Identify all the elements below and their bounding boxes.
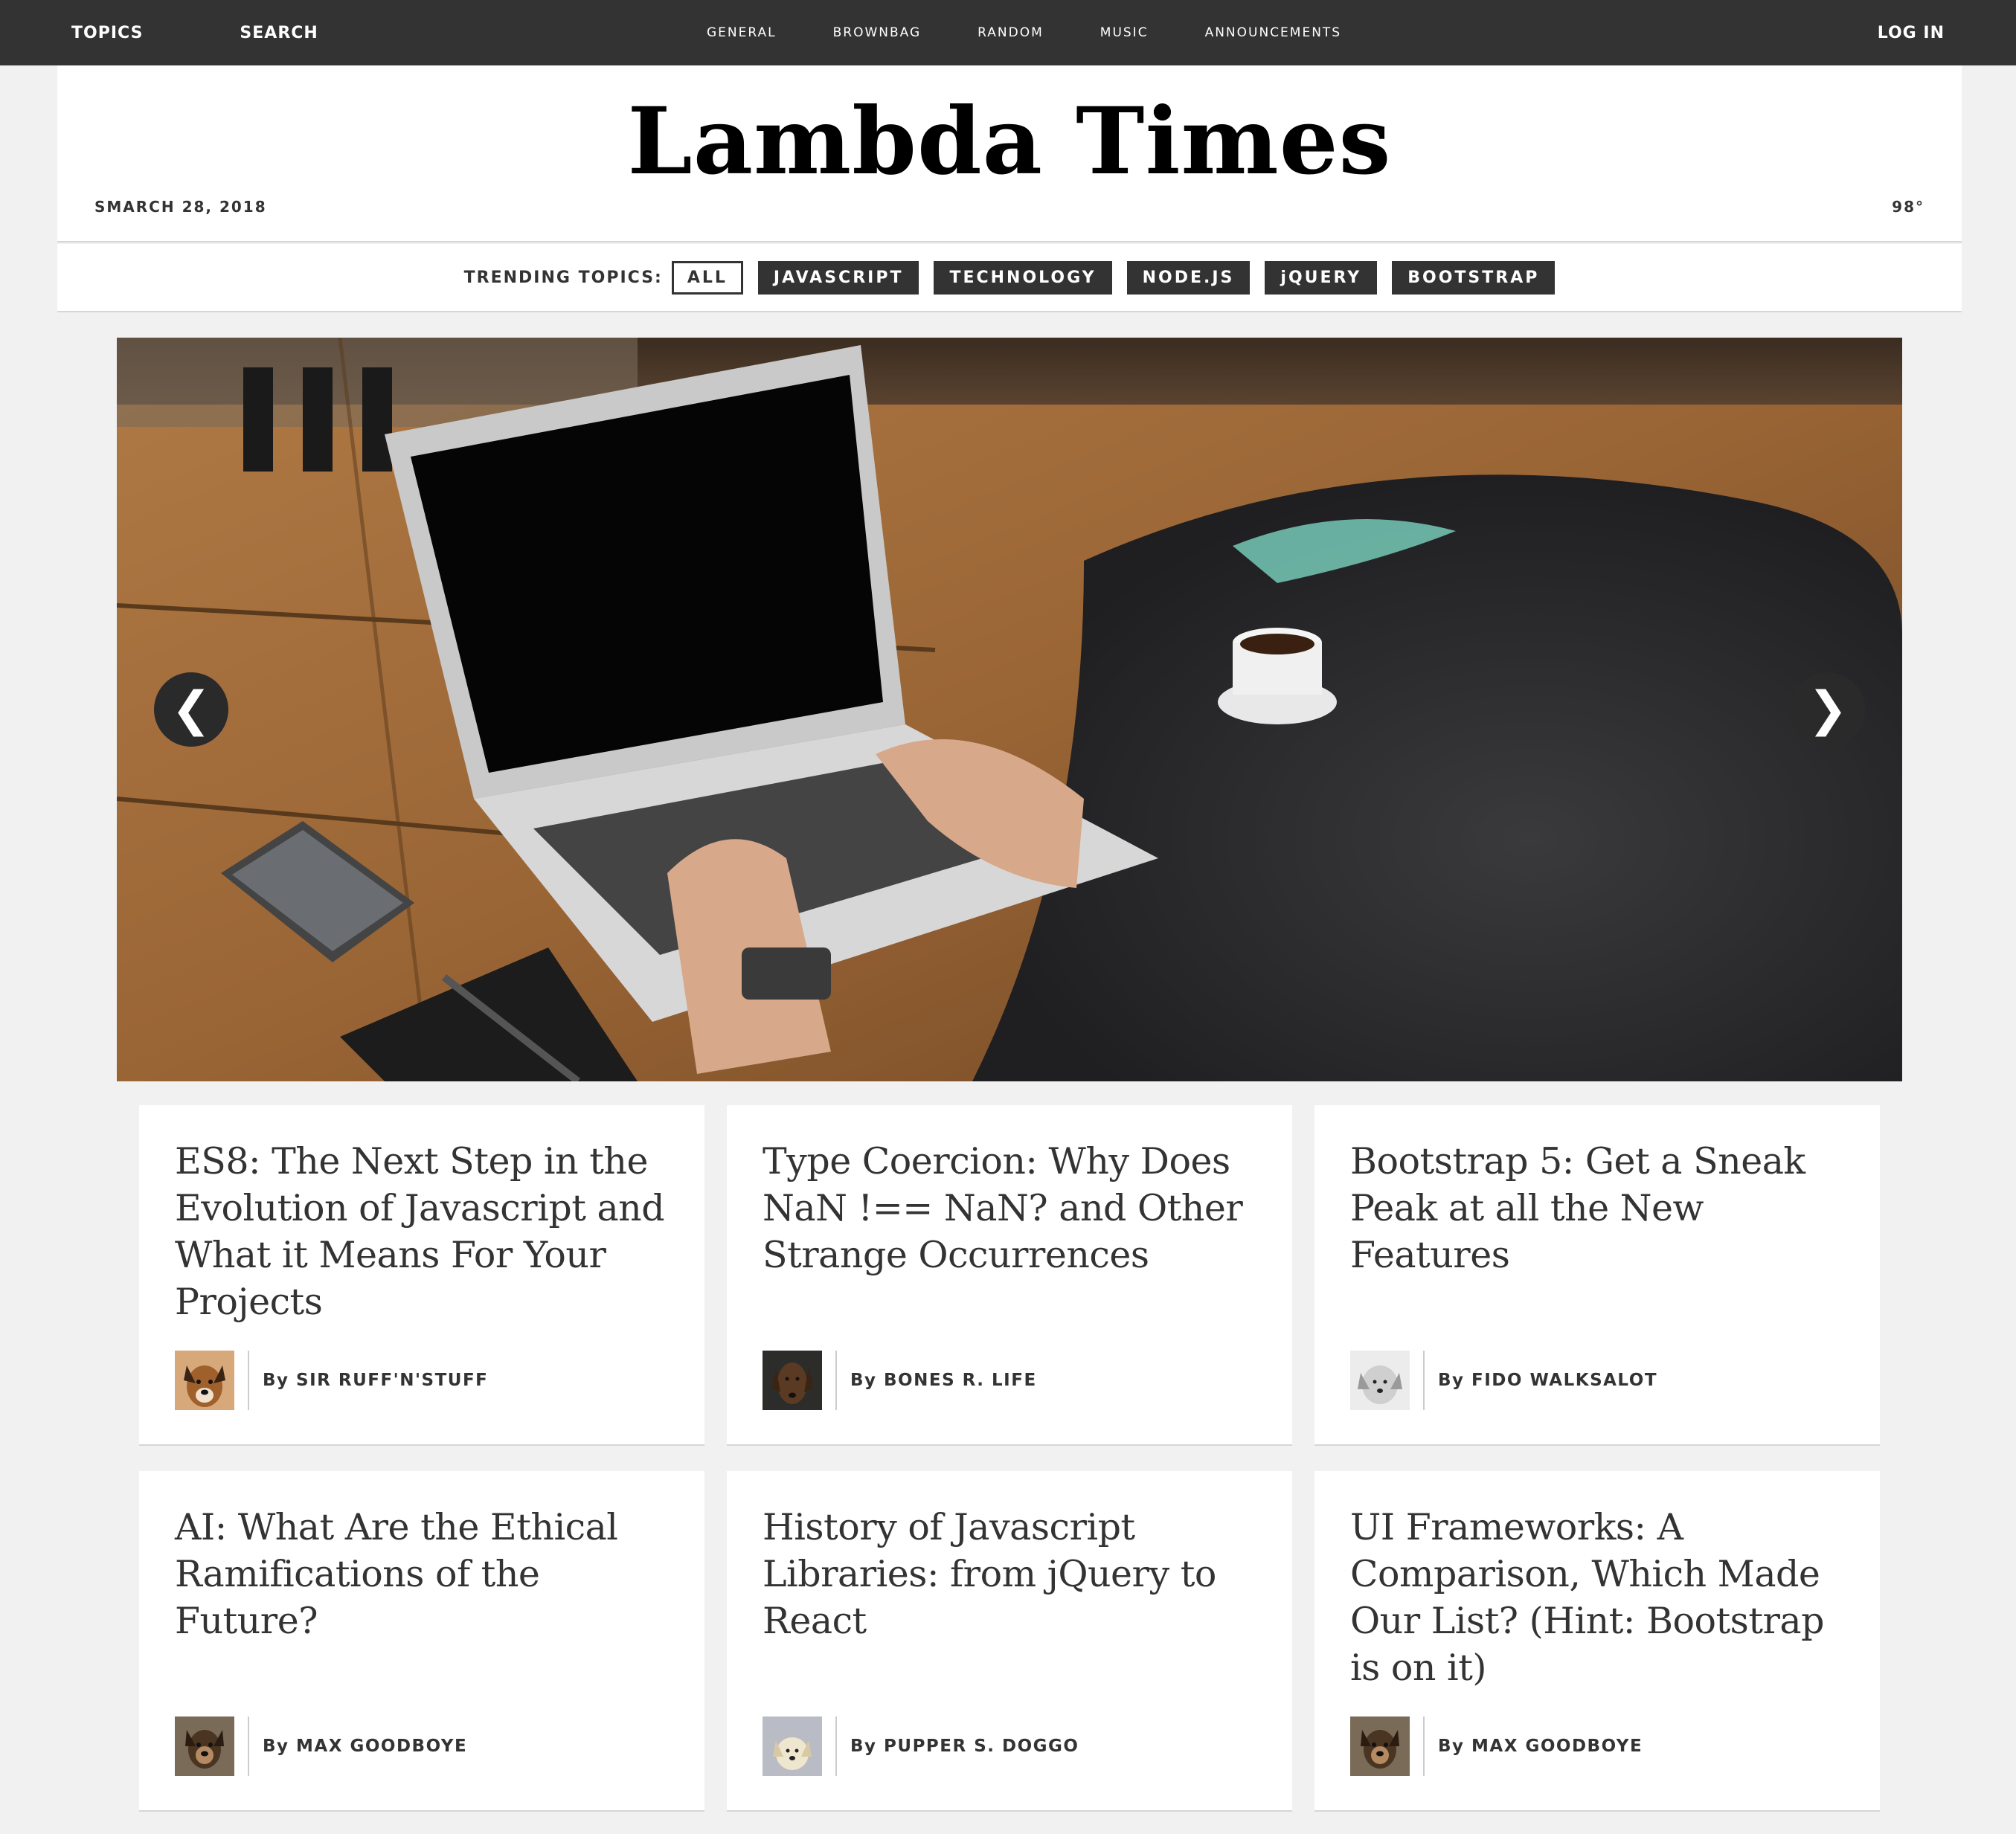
article-headline[interactable]: Bootstrap 5: Get a Sneak Peak at all the… — [1350, 1138, 1856, 1278]
trending-topics-bar: TRENDING TOPICS: ALL JAVASCRIPT TECHNOLO… — [57, 244, 1962, 312]
masthead: Lambda Times SMARCH 28, 2018 98° — [57, 65, 1962, 242]
author-avatar-dog-icon — [763, 1351, 822, 1410]
author-byline: By BONES R. LIFE — [850, 1371, 1037, 1390]
article-headline[interactable]: AI: What Are the Ethical Ramifications o… — [175, 1504, 681, 1644]
tab-javascript[interactable]: JAVASCRIPT — [757, 260, 919, 295]
author-divider — [1423, 1716, 1425, 1776]
article-headline[interactable]: Type Coercion: Why Does NaN !== NaN? and… — [763, 1138, 1268, 1278]
article-card[interactable]: Bootstrap 5: Get a Sneak Peak at all the… — [1314, 1105, 1880, 1446]
tab-all[interactable]: ALL — [671, 260, 743, 295]
tab-jquery[interactable]: jQUERY — [1265, 260, 1378, 295]
carousel-image-laptop — [117, 338, 1902, 1081]
author-divider — [248, 1351, 249, 1410]
header-temperature: 98° — [1892, 198, 1924, 216]
author-divider — [248, 1716, 249, 1776]
author-avatar-dog-icon — [1350, 1351, 1410, 1410]
tab-bootstrap[interactable]: BOOTSTRAP — [1392, 260, 1556, 295]
nav-random[interactable]: RANDOM — [977, 25, 1044, 40]
carousel-next-button[interactable]: ❯ — [1791, 672, 1865, 747]
carousel-prev-button[interactable]: ❮ — [154, 672, 228, 747]
tab-technology[interactable]: TECHNOLOGY — [934, 260, 1112, 295]
article-card[interactable]: UI Frameworks: A Comparison, Which Made … — [1314, 1471, 1880, 1812]
author-divider — [835, 1351, 837, 1410]
author-avatar-dog-icon — [175, 1351, 234, 1410]
nav-music[interactable]: MUSIC — [1100, 25, 1149, 40]
article-card[interactable]: History of Javascript Libraries: from jQ… — [727, 1471, 1292, 1812]
login-link[interactable]: LOG IN — [1878, 0, 1945, 65]
site-title: Lambda Times — [627, 88, 1392, 196]
article-author: By SIR RUFF'N'STUFF — [175, 1351, 488, 1410]
nav-general[interactable]: GENERAL — [707, 25, 777, 40]
article-headline[interactable]: ES8: The Next Step in the Evolution of J… — [175, 1138, 681, 1325]
top-nav-left: TOPICS SEARCH — [71, 0, 415, 65]
author-byline: By MAX GOODBOYE — [1438, 1737, 1643, 1756]
image-carousel: ❮ ❯ — [117, 338, 1902, 1081]
article-author: By PUPPER S. DOGGO — [763, 1716, 1079, 1776]
article-headline[interactable]: UI Frameworks: A Comparison, Which Made … — [1350, 1504, 1856, 1691]
article-author: By MAX GOODBOYE — [1350, 1716, 1643, 1776]
search-link[interactable]: SEARCH — [240, 24, 318, 42]
author-divider — [835, 1716, 837, 1776]
article-card[interactable]: ES8: The Next Step in the Evolution of J… — [139, 1105, 704, 1446]
nav-brownbag[interactable]: BROWNBAG — [833, 25, 922, 40]
author-byline: By MAX GOODBOYE — [263, 1737, 468, 1756]
header-date: SMARCH 28, 2018 — [94, 198, 267, 216]
author-avatar-dog-icon — [175, 1716, 234, 1776]
article-author: By FIDO WALKSALOT — [1350, 1351, 1657, 1410]
trending-label: TRENDING TOPICS: — [463, 268, 663, 287]
author-byline: By SIR RUFF'N'STUFF — [263, 1371, 489, 1390]
author-byline: By PUPPER S. DOGGO — [850, 1737, 1079, 1756]
nav-announcements[interactable]: ANNOUNCEMENTS — [1205, 25, 1342, 40]
article-author: By BONES R. LIFE — [763, 1351, 1037, 1410]
article-headline[interactable]: History of Javascript Libraries: from jQ… — [763, 1504, 1268, 1644]
author-byline: By FIDO WALKSALOT — [1438, 1371, 1658, 1390]
topics-link[interactable]: TOPICS — [71, 24, 143, 42]
tab-nodejs[interactable]: NODE.JS — [1126, 260, 1251, 295]
author-divider — [1423, 1351, 1425, 1410]
article-card[interactable]: Type Coercion: Why Does NaN !== NaN? and… — [727, 1105, 1292, 1446]
top-nav-bar: TOPICS SEARCH GENERAL BROWNBAG RANDOM MU… — [0, 0, 2016, 65]
author-avatar-dog-icon — [763, 1716, 822, 1776]
article-author: By MAX GOODBOYE — [175, 1716, 467, 1776]
author-avatar-dog-icon — [1350, 1716, 1410, 1776]
article-card[interactable]: AI: What Are the Ethical Ramifications o… — [139, 1471, 704, 1812]
top-nav-center: GENERAL BROWNBAG RANDOM MUSIC ANNOUNCEME… — [707, 0, 1398, 65]
